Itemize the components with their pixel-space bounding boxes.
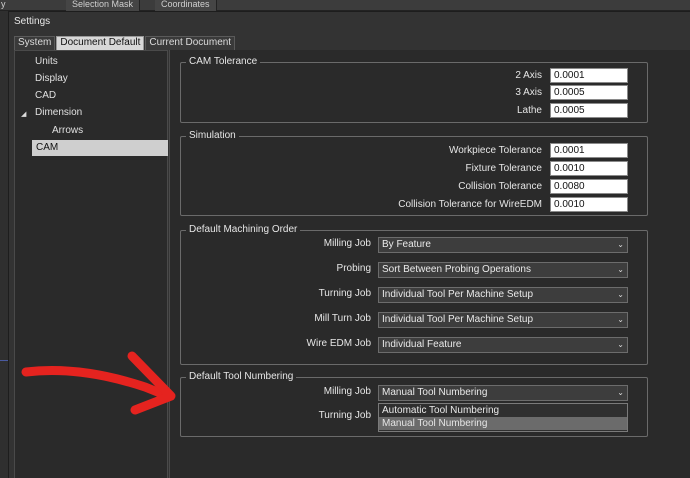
chevron-down-icon: ⌄ [617, 265, 624, 274]
field-label-turning-job: Turning Job [318, 288, 371, 299]
turning-job-value: Individual Tool Per Machine Setup [382, 289, 534, 300]
chevron-down-icon: ⌄ [617, 388, 624, 397]
tree-item-display[interactable]: Display [35, 71, 68, 87]
tool-numbering-milling-combo[interactable]: Manual Tool Numbering ⌄ [378, 385, 628, 401]
tab-document-default[interactable]: Document Default [56, 36, 145, 50]
tolerance-2-axis-input[interactable]: 0.0001 [550, 68, 628, 83]
field-label-collision-tolerance-wireedm: Collision Tolerance for WireEDM [398, 199, 542, 210]
field-label-mill-turn-job: Mill Turn Job [314, 313, 371, 324]
tab-current-document[interactable]: Current Document [145, 36, 236, 50]
mill-turn-job-combo[interactable]: Individual Tool Per Machine Setup ⌄ [378, 312, 628, 328]
cam-tolerance-group: CAM Tolerance 2 Axis 0.0001 3 Axis 0.000… [180, 56, 648, 123]
field-label-probing: Probing [336, 263, 371, 274]
collision-tolerance-input[interactable]: 0.0080 [550, 179, 628, 194]
chevron-down-icon: ⌄ [617, 290, 624, 299]
field-label-tool-milling-job: Milling Job [323, 386, 371, 397]
simulation-group: Simulation Workpiece Tolerance 0.0001 Fi… [180, 130, 648, 216]
background-toolbar: y Selection Mask Coordinates [0, 0, 690, 11]
background-tab-coordinates[interactable]: Coordinates [155, 0, 217, 11]
background-text: y [1, 0, 6, 9]
chevron-down-icon: ⌄ [617, 315, 624, 324]
simulation-title: Simulation [186, 130, 239, 141]
dropdown-option-manual[interactable]: Manual Tool Numbering [379, 417, 627, 430]
tool-numbering-group: Default Tool Numbering Milling Job Manua… [180, 371, 648, 437]
tree-item-cam[interactable]: CAM [32, 140, 168, 156]
settings-tree: Units Display CAD ◢ Dimension Arrows CAM [14, 50, 168, 478]
milling-job-combo[interactable]: By Feature ⌄ [378, 237, 628, 253]
cam-tolerance-title: CAM Tolerance [186, 56, 261, 67]
window-title: Settings [14, 16, 51, 27]
settings-window: Settings System Document Default Current… [8, 11, 690, 478]
settings-tabbar: System Document Default Current Document [14, 36, 236, 50]
tree-item-dimension[interactable]: Dimension [35, 105, 82, 121]
turning-job-combo[interactable]: Individual Tool Per Machine Setup ⌄ [378, 287, 628, 303]
expand-triangle-icon[interactable]: ◢ [21, 110, 26, 118]
mill-turn-job-value: Individual Tool Per Machine Setup [382, 314, 534, 325]
field-label-tool-turning-job: Turning Job [318, 410, 371, 421]
settings-panel: CAM Tolerance 2 Axis 0.0001 3 Axis 0.000… [169, 50, 690, 478]
tool-numbering-title: Default Tool Numbering [186, 371, 297, 382]
field-label-lathe: Lathe [516, 105, 542, 116]
field-label-collision-tolerance: Collision Tolerance [458, 181, 542, 192]
background-tab-selection-mask[interactable]: Selection Mask [66, 0, 141, 11]
probing-combo[interactable]: Sort Between Probing Operations ⌄ [378, 262, 628, 278]
tolerance-lathe-input[interactable]: 0.0005 [550, 103, 628, 118]
field-label-milling-job: Milling Job [323, 238, 371, 249]
field-label-3-axis: 3 Axis [515, 87, 542, 98]
chevron-down-icon: ⌄ [617, 240, 624, 249]
machining-order-group: Default Machining Order Milling Job By F… [180, 224, 648, 365]
tab-system[interactable]: System [14, 36, 56, 50]
tool-numbering-dropdown-list: Automatic Tool Numbering Manual Tool Num… [378, 403, 628, 432]
dropdown-option-automatic[interactable]: Automatic Tool Numbering [379, 404, 627, 417]
tree-item-cad[interactable]: CAD [35, 88, 56, 104]
field-label-wire-edm-job: Wire EDM Job [306, 338, 371, 349]
tool-numbering-milling-value: Manual Tool Numbering [382, 387, 488, 398]
probing-value: Sort Between Probing Operations [382, 264, 531, 275]
field-label-fixture-tolerance: Fixture Tolerance [465, 163, 542, 174]
workpiece-tolerance-input[interactable]: 0.0001 [550, 143, 628, 158]
tree-item-units[interactable]: Units [35, 54, 58, 70]
chevron-down-icon: ⌄ [617, 340, 624, 349]
collision-tolerance-wireedm-input[interactable]: 0.0010 [550, 197, 628, 212]
tree-item-arrows[interactable]: Arrows [52, 123, 83, 139]
machining-order-title: Default Machining Order [186, 224, 301, 235]
tolerance-3-axis-input[interactable]: 0.0005 [550, 85, 628, 100]
milling-job-value: By Feature [382, 239, 431, 250]
field-label-2-axis: 2 Axis [515, 70, 542, 81]
wire-edm-job-value: Individual Feature [382, 339, 462, 350]
fixture-tolerance-input[interactable]: 0.0010 [550, 161, 628, 176]
field-label-workpiece-tolerance: Workpiece Tolerance [448, 145, 542, 156]
background-divider [0, 360, 8, 361]
wire-edm-job-combo[interactable]: Individual Feature ⌄ [378, 337, 628, 353]
